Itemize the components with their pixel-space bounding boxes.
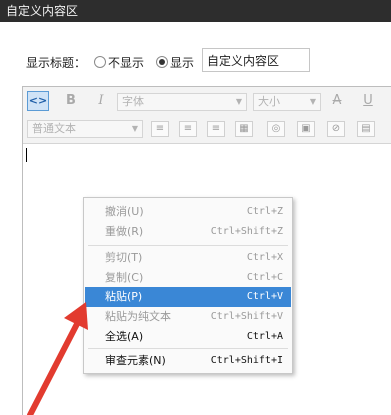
annotation-arrow-icon [27,302,88,415]
dialog: 自定义内容区 显示标题： 不显示 显示 自定义内容区 <> B I 字体 ▼ 大… [0,0,391,415]
